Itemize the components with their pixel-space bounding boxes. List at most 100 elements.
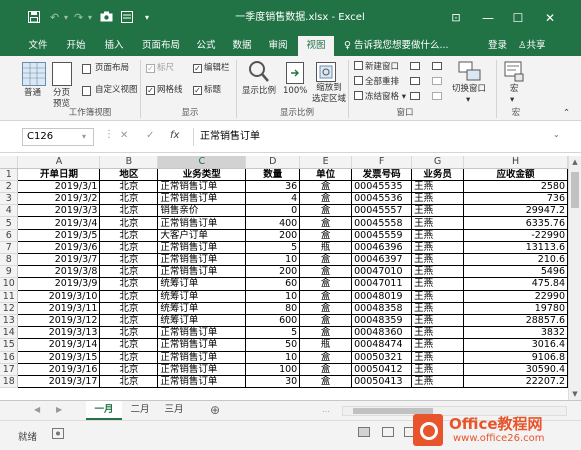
row-header[interactable]: 14	[0, 326, 19, 340]
table-cell[interactable]: 736	[463, 192, 568, 206]
table-cell[interactable]: 5	[245, 241, 301, 255]
headings-checkbox[interactable]: ✓ 标题	[193, 85, 221, 96]
share-button[interactable]: ♙共享	[518, 36, 546, 56]
save-icon[interactable]	[28, 11, 40, 25]
table-cell[interactable]: 盒	[299, 302, 353, 315]
table-cell[interactable]: 30590.4	[463, 363, 568, 376]
column-header-h[interactable]: H	[463, 156, 568, 169]
table-cell[interactable]: 210.6	[463, 253, 568, 267]
table-cell[interactable]: 统筹订单	[157, 290, 247, 303]
tab-file[interactable]: 文件	[22, 36, 54, 56]
select-all-corner[interactable]	[0, 156, 19, 169]
undo-dropdown-icon[interactable]: ▾	[64, 11, 68, 25]
table-cell[interactable]: 2019/3/5	[17, 229, 101, 242]
page-layout-status-icon[interactable]	[382, 427, 394, 437]
table-cell[interactable]: 00047010	[351, 265, 413, 279]
table-cell[interactable]: 2019/3/12	[17, 314, 101, 328]
new-window-button[interactable]: 新建窗口	[354, 61, 399, 73]
table-cell[interactable]: 盒	[299, 326, 353, 340]
table-cell[interactable]: 王燕	[411, 338, 465, 352]
ruler-checkbox[interactable]: ✓ 标尺	[146, 63, 174, 74]
row-header[interactable]: 1	[0, 168, 19, 181]
table-cell[interactable]: 2019/3/3	[17, 204, 101, 218]
row-header[interactable]: 13	[0, 314, 19, 328]
table-cell[interactable]: 9106.8	[463, 351, 568, 364]
table-cell[interactable]: 2019/3/15	[17, 351, 101, 364]
table-cell[interactable]: 盒	[299, 204, 353, 218]
table-cell[interactable]: 200	[245, 229, 301, 242]
table-cell[interactable]: 北京	[99, 216, 159, 230]
table-cell[interactable]: 王燕	[411, 253, 465, 267]
hide-icon[interactable]	[410, 77, 420, 85]
table-cell[interactable]: 北京	[99, 375, 159, 389]
collapse-ribbon-icon[interactable]: ⌃	[563, 108, 570, 119]
table-cell[interactable]: 北京	[99, 180, 159, 194]
table-cell[interactable]: 北京	[99, 326, 159, 340]
cancel-icon[interactable]: ✕	[120, 130, 128, 141]
table-cell[interactable]: 王燕	[411, 229, 465, 242]
table-cell[interactable]: 统筹订单	[157, 277, 247, 291]
table-cell[interactable]: 00045557	[351, 204, 413, 218]
formula-bar-checkbox[interactable]: ✓ 编辑栏	[193, 63, 230, 74]
table-cell[interactable]: 王燕	[411, 351, 465, 364]
row-header[interactable]: 11	[0, 290, 19, 303]
table-cell[interactable]: 正常销售订单	[157, 253, 247, 267]
tab-insert[interactable]: 插入	[98, 36, 130, 56]
formula-input[interactable]: 正常销售订单	[193, 128, 550, 146]
row-header[interactable]: 16	[0, 351, 19, 364]
column-header-e[interactable]: E	[299, 156, 353, 169]
table-cell[interactable]: 00048474	[351, 338, 413, 352]
table-cell[interactable]: 王燕	[411, 180, 465, 194]
table-cell[interactable]: 10	[245, 253, 301, 267]
table-cell[interactable]: 2019/3/2	[17, 192, 101, 206]
row-header[interactable]: 7	[0, 241, 19, 255]
table-cell[interactable]: 瓶	[299, 338, 353, 352]
column-header-f[interactable]: F	[351, 156, 413, 169]
header-cell[interactable]: 应收金额	[463, 167, 568, 181]
table-cell[interactable]: 正常销售订单	[157, 363, 247, 376]
row-header[interactable]: 9	[0, 265, 19, 279]
unhide-icon[interactable]	[410, 92, 420, 100]
table-cell[interactable]: 36	[245, 180, 301, 194]
table-cell[interactable]: 正常销售订单	[157, 375, 247, 389]
table-cell[interactable]: 北京	[99, 241, 159, 255]
table-cell[interactable]: 00045536	[351, 192, 413, 206]
split-icon[interactable]	[410, 62, 420, 70]
table-cell[interactable]: 北京	[99, 338, 159, 352]
table-cell[interactable]: 600	[245, 314, 301, 328]
gridlines-checkbox[interactable]: ✓ 网格线	[146, 85, 183, 96]
expand-formula-bar-icon[interactable]: ⌄	[553, 130, 560, 139]
scroll-up-icon[interactable]: ▲	[569, 156, 581, 168]
tab-formulas[interactable]: 公式	[190, 36, 222, 56]
tab-view[interactable]: 视图	[298, 36, 334, 56]
table-cell[interactable]: 盒	[299, 314, 353, 328]
table-cell[interactable]: 00048019	[351, 290, 413, 303]
table-cell[interactable]: 2019/3/9	[17, 277, 101, 291]
table-cell[interactable]: 盒	[299, 265, 353, 279]
row-header[interactable]: 6	[0, 229, 19, 242]
table-cell[interactable]: 王燕	[411, 216, 465, 230]
table-cell[interactable]: 北京	[99, 363, 159, 376]
view-side-by-side-icon[interactable]	[432, 62, 442, 70]
table-cell[interactable]: 统筹订单	[157, 302, 247, 315]
table-cell[interactable]: 0	[245, 204, 301, 218]
table-cell[interactable]: 正常销售订单	[157, 338, 247, 352]
table-cell[interactable]: 北京	[99, 229, 159, 242]
worksheet-grid[interactable]: A B C D E F G H 1 开单日期 地区 业务类型 数量 单位 发票号码 业务员 应收金额 2 2019/…	[0, 156, 568, 400]
table-cell[interactable]: 王燕	[411, 290, 465, 303]
table-cell[interactable]: 盒	[299, 277, 353, 291]
ribbon-display-options-icon[interactable]: ⊡	[446, 9, 466, 27]
redo-dropdown-icon[interactable]: ▾	[88, 11, 92, 25]
table-cell[interactable]: 5	[245, 326, 301, 340]
table-cell[interactable]: -22990	[463, 229, 568, 242]
table-cell[interactable]: 200	[245, 265, 301, 279]
table-cell[interactable]: 正常销售订单	[157, 241, 247, 255]
freeze-panes-button[interactable]: 冻结窗格 ▾	[354, 91, 406, 103]
prev-sheet-icon[interactable]: ◀	[34, 405, 40, 414]
row-header[interactable]: 4	[0, 204, 19, 218]
header-cell[interactable]: 地区	[99, 167, 159, 181]
sheet-tab-march[interactable]: 三月	[158, 401, 190, 420]
table-cell[interactable]: 王燕	[411, 192, 465, 206]
tab-page-layout[interactable]: 页面布局	[136, 36, 186, 56]
table-cell[interactable]: 00050413	[351, 375, 413, 389]
